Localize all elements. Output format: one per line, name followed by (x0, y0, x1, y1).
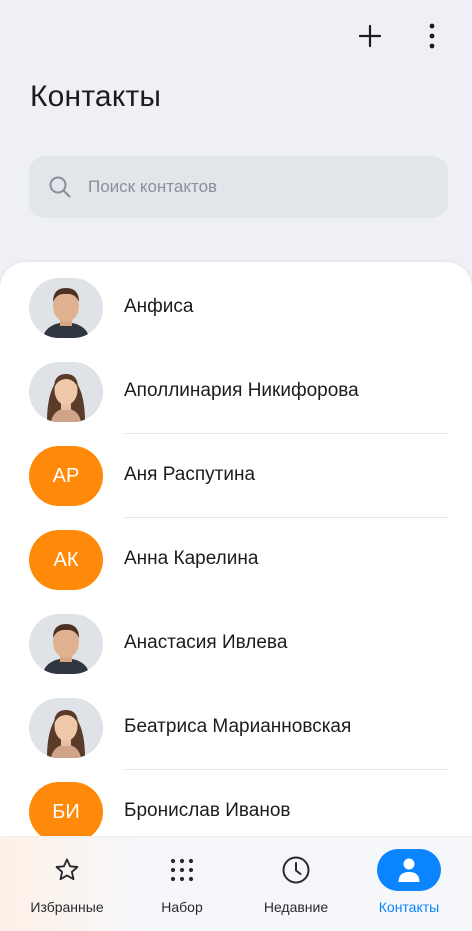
nav-label: Избранные (30, 899, 104, 915)
nav-dialpad[interactable]: Набор (123, 849, 241, 925)
contact-avatar-initials: БИ (29, 782, 103, 842)
more-vertical-icon (429, 23, 435, 49)
search-bar[interactable] (29, 156, 448, 218)
contact-avatar (29, 614, 103, 674)
person-icon (377, 849, 441, 891)
nav-recents[interactable]: Недавние (237, 849, 355, 925)
contact-avatar (29, 278, 103, 338)
contact-avatar (29, 698, 103, 758)
contact-name: Бронислав Иванов (124, 800, 291, 821)
bottom-navigation: Избранные Набор Недавние Контакты (0, 836, 472, 931)
nav-label: Контакты (378, 899, 440, 915)
nav-label: Набор (161, 899, 203, 915)
nav-label: Недавние (263, 899, 329, 915)
contacts-list: Анфиса Аполлинария Никифорова АР Аня Рас… (0, 262, 472, 931)
nav-favorites[interactable]: Избранные (8, 849, 126, 925)
contact-row[interactable]: Анастасия Ивлева (0, 602, 472, 686)
contact-name: Анастасия Ивлева (124, 632, 288, 653)
contact-row[interactable]: Аполлинария Никифорова (0, 350, 472, 434)
contact-name: Анфиса (124, 296, 194, 317)
nav-contacts[interactable]: Контакты (350, 849, 468, 925)
contact-row[interactable]: АР Аня Распутина (0, 434, 472, 518)
contact-avatar (29, 362, 103, 422)
clock-icon (264, 849, 328, 891)
star-icon (35, 849, 99, 891)
plus-icon (359, 25, 381, 47)
contact-avatar-initials: АК (29, 530, 103, 590)
contact-row[interactable]: Беатриса Марианновская (0, 686, 472, 770)
add-contact-button[interactable] (350, 16, 390, 56)
contact-name: Беатриса Марианновская (124, 716, 352, 737)
search-input[interactable] (86, 176, 410, 198)
contact-name: Аня Распутина (124, 464, 256, 485)
contact-row[interactable]: АК Анна Карелина (0, 518, 472, 602)
contact-avatar-initials: АР (29, 446, 103, 506)
top-bar (0, 0, 472, 80)
contact-name: Аполлинария Никифорова (124, 380, 359, 401)
contact-row[interactable]: Анфиса (0, 266, 472, 350)
more-options-button[interactable] (412, 16, 452, 56)
page-title: Контакты (30, 80, 162, 113)
search-icon (48, 175, 72, 199)
dialpad-icon (150, 849, 214, 891)
contact-name: Анна Карелина (124, 548, 259, 569)
